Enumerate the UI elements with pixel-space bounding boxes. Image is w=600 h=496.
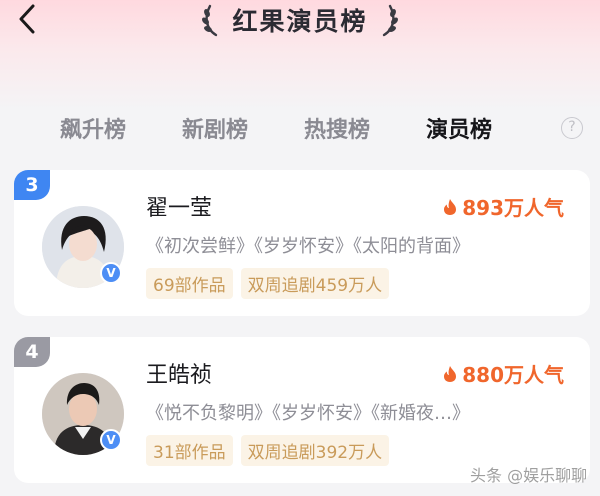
actor-name: 翟一莹	[146, 196, 213, 221]
actor-card[interactable]: 3 V 翟一莹 893万人气 《初次尝鲜》《岁岁怀安》《太阳的背面》 69部作品…	[14, 170, 590, 316]
flame-icon	[444, 365, 457, 382]
rank-badge: 4	[14, 337, 50, 367]
popularity-value: 880万人气	[462, 363, 564, 387]
works-count-tag: 69部作品	[146, 268, 233, 299]
popularity-value: 893万人气	[462, 196, 564, 220]
tag-row: 31部作品 双周追剧392万人	[146, 435, 390, 466]
actor-name: 王皓祯	[146, 363, 213, 388]
flame-icon	[444, 198, 457, 215]
header: 红果演员榜	[0, 0, 600, 44]
tab-new-drama[interactable]: 新剧榜	[182, 112, 248, 144]
laurel-left-icon	[202, 4, 218, 37]
watermark: 头条 @娱乐聊聊	[470, 466, 588, 485]
works-list: 《悦不负黎明》《岁岁怀安》《新婚夜…》	[146, 403, 470, 424]
verified-badge-icon: V	[100, 429, 122, 451]
popularity: 880万人气	[443, 359, 564, 388]
works-list: 《初次尝鲜》《岁岁怀安》《太阳的背面》	[146, 236, 470, 257]
tab-rising[interactable]: 飙升榜	[60, 112, 126, 144]
tab-hot-search[interactable]: 热搜榜	[304, 112, 370, 144]
followers-tag: 双周追剧392万人	[240, 435, 390, 466]
tag-row: 69部作品 双周追剧459万人	[146, 268, 390, 299]
help-icon[interactable]: ?	[561, 117, 583, 139]
followers-tag: 双周追剧459万人	[240, 268, 390, 299]
laurel-right-icon	[382, 4, 398, 37]
popularity: 893万人气	[443, 192, 564, 221]
title-wrap: 红果演员榜	[0, 0, 600, 40]
tab-bar: 飙升榜 新剧榜 热搜榜 演员榜	[0, 108, 600, 148]
tab-actors[interactable]: 演员榜	[426, 112, 492, 144]
page-title: 红果演员榜	[232, 7, 368, 36]
verified-badge-icon: V	[100, 262, 122, 284]
works-count-tag: 31部作品	[146, 435, 233, 466]
rank-badge: 3	[14, 170, 50, 200]
